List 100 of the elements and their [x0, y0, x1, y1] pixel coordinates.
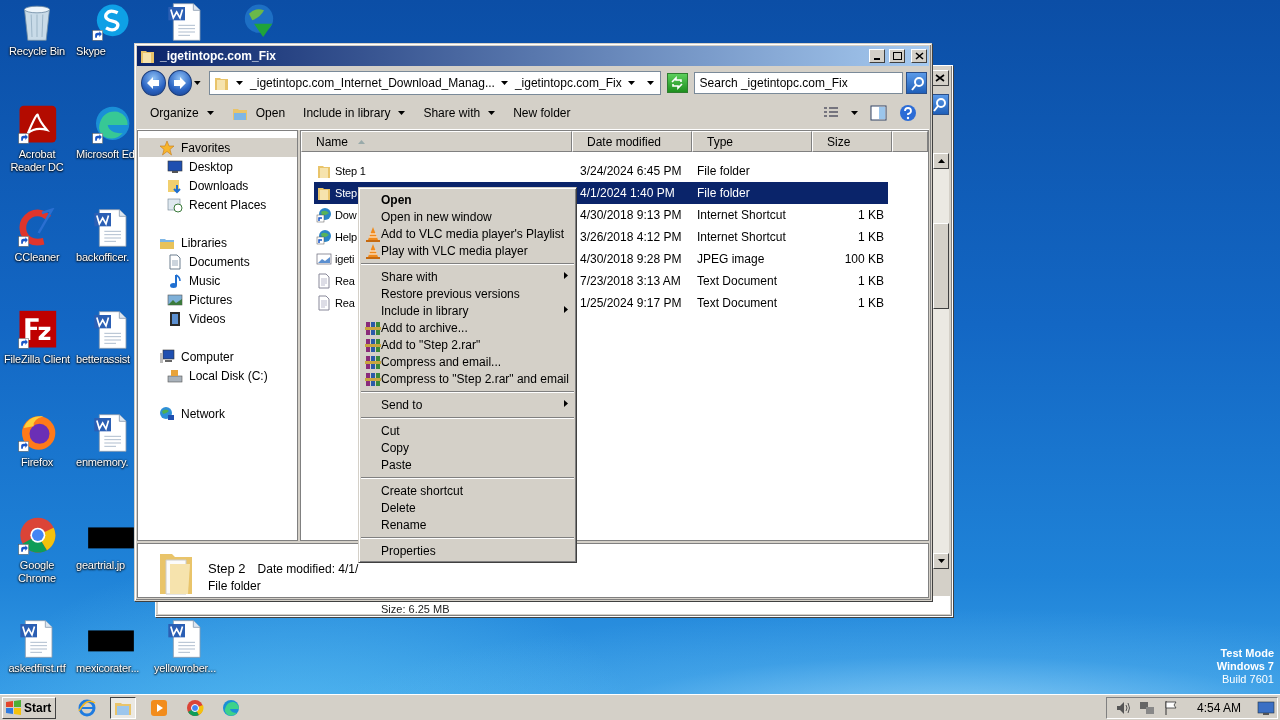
- menu-item[interactable]: Properties: [361, 542, 574, 559]
- scrollbar[interactable]: [933, 153, 949, 569]
- breadcrumb[interactable]: _igetintopc.com_Fix: [500, 76, 622, 90]
- clock[interactable]: 4:54 AM: [1196, 700, 1241, 715]
- app-icon[interactable]: [17, 104, 57, 145]
- search-button[interactable]: [906, 72, 927, 94]
- desktop-icon-label: yellowrober...: [154, 662, 216, 675]
- menu-item[interactable]: Add to VLC media player's Playlist: [361, 225, 574, 242]
- maximize-button[interactable]: [889, 49, 905, 63]
- menu-item[interactable]: Restore previous versions: [361, 285, 574, 302]
- forward-button[interactable]: [167, 70, 193, 96]
- search-field[interactable]: Search _igetintopc.com_Fix: [693, 72, 904, 94]
- toolbar-button[interactable]: Open: [224, 102, 293, 124]
- nav-item[interactable]: Recent Places: [139, 195, 297, 214]
- file-name[interactable]: Rea: [335, 275, 355, 287]
- app-icon[interactable]: [17, 516, 57, 557]
- menu-item[interactable]: Paste: [361, 456, 574, 473]
- date-cell-text: 3/24/2024 6:45 PM: [579, 164, 683, 178]
- start-button[interactable]: Start: [2, 696, 57, 719]
- file-name[interactable]: Help: [335, 231, 357, 243]
- nav-item[interactable]: Videos: [139, 309, 297, 328]
- menu-item[interactable]: Share with: [361, 268, 574, 285]
- back-button[interactable]: [141, 70, 166, 96]
- refresh-icon: [670, 76, 685, 90]
- scrollbar-thumb[interactable]: [933, 223, 949, 309]
- desktop-icon-label: Google Chrome: [17, 559, 57, 586]
- app-icon[interactable]: [91, 2, 131, 42]
- nav-item[interactable]: Local Disk (C:): [139, 366, 297, 385]
- breadcrumb[interactable]: _igetintopc.com_Internet_Download_Manag...: [236, 76, 495, 90]
- nav-item[interactable]: Documents: [139, 252, 297, 271]
- nav-item[interactable]: Libraries: [139, 233, 297, 252]
- submenu-arrow-icon: [564, 272, 568, 279]
- file-name[interactable]: Dow: [335, 209, 357, 221]
- nav-item[interactable]: Music: [139, 271, 297, 290]
- app-icon[interactable]: [17, 310, 57, 351]
- close-icon: [914, 52, 924, 60]
- file-name[interactable]: Step 1: [335, 165, 366, 177]
- drive-icon: [167, 367, 183, 384]
- maximize-icon: [892, 52, 902, 60]
- desktop-icon-label: betterassist: [75, 353, 130, 367]
- desktop-icon-label: askedfirst.rtf: [8, 661, 66, 675]
- window-title: _igetintopc.com_Fix: [160, 49, 278, 63]
- folder-icon: [214, 75, 231, 91]
- taskbar-app-button[interactable]: [110, 696, 137, 719]
- desktop-icon-label: Skype: [75, 45, 106, 58]
- menu-item[interactable]: Compress to "Step 2.rar" and email: [361, 370, 574, 387]
- nav-item[interactable]: Desktop: [139, 157, 297, 176]
- column-header[interactable]: Date modified: [572, 131, 692, 152]
- menu-item[interactable]: Send to: [361, 396, 574, 413]
- menu-item[interactable]: Cut: [361, 422, 574, 439]
- os-notice-text: Build 7601: [1222, 673, 1274, 686]
- caret-icon: [206, 111, 214, 115]
- menu-item[interactable]: Open in new window: [361, 208, 574, 225]
- nav-item[interactable]: Favorites: [139, 138, 297, 157]
- date-cell-text: 4/30/2018 9:13 PM: [579, 208, 683, 222]
- desktop-icon-label: Recycle Bin: [9, 45, 65, 58]
- nav-item[interactable]: Pictures: [139, 290, 297, 309]
- file-name[interactable]: Step: [335, 187, 357, 199]
- size-cell-text: 1 KB: [857, 296, 885, 310]
- nav-item[interactable]: Network: [139, 404, 297, 423]
- toolbar-button[interactable]: New folder: [506, 103, 578, 123]
- caret-icon: [194, 81, 202, 85]
- menu-item[interactable]: Include in library: [361, 302, 574, 319]
- app-icon[interactable]: [17, 207, 57, 248]
- file-name[interactable]: Rea: [335, 297, 355, 309]
- menu-item[interactable]: Rename: [361, 516, 574, 533]
- play-icon: [150, 698, 169, 717]
- menu-item[interactable]: Copy: [361, 439, 574, 456]
- column-header[interactable]: Type: [692, 131, 812, 152]
- app-icon[interactable]: [17, 413, 57, 454]
- os-notice-text: Test Mode: [1220, 647, 1274, 660]
- menu-item[interactable]: Add to archive...: [361, 319, 574, 336]
- caret-icon: [851, 111, 858, 115]
- app-icon[interactable]: [91, 104, 131, 145]
- menu-item[interactable]: Add to "Step 2.rar": [361, 336, 574, 353]
- nav-item[interactable]: Computer: [139, 347, 297, 366]
- toolbar-button[interactable]: Organize: [143, 103, 221, 123]
- desktop-icon-label: Microsoft Ed: [75, 147, 135, 161]
- menu-item[interactable]: Compress and email...: [361, 353, 574, 370]
- document-icon: [167, 253, 183, 270]
- file-name[interactable]: igeti: [335, 253, 355, 265]
- menu-item[interactable]: Play with VLC media player: [361, 242, 574, 259]
- menu-item[interactable]: Create shortcut: [361, 482, 574, 499]
- refresh-button[interactable]: [666, 73, 688, 93]
- nav-item[interactable]: Downloads: [139, 176, 297, 195]
- minimize-button[interactable]: [869, 49, 885, 63]
- archive-icon: [364, 370, 381, 387]
- clock-icon: [167, 196, 183, 213]
- desktop-icon-label: Firefox: [20, 456, 54, 470]
- column-header[interactable]: Name: [301, 131, 572, 152]
- modified-date: Date modified: 4/1/: [257, 562, 359, 576]
- music-note-icon: [167, 272, 183, 289]
- picture-icon: [167, 291, 183, 308]
- toolbar-button[interactable]: Include in library: [296, 103, 413, 123]
- menu-item[interactable]: Delete: [361, 499, 574, 516]
- address-bar[interactable]: _igetintopc.com_Internet_Download_Manag... _igetintopc.com_Fix: [209, 71, 661, 95]
- column-header[interactable]: Size: [812, 131, 892, 152]
- close-button[interactable]: [911, 49, 927, 63]
- toolbar-button[interactable]: Share with: [416, 103, 503, 123]
- star-icon: [159, 139, 175, 156]
